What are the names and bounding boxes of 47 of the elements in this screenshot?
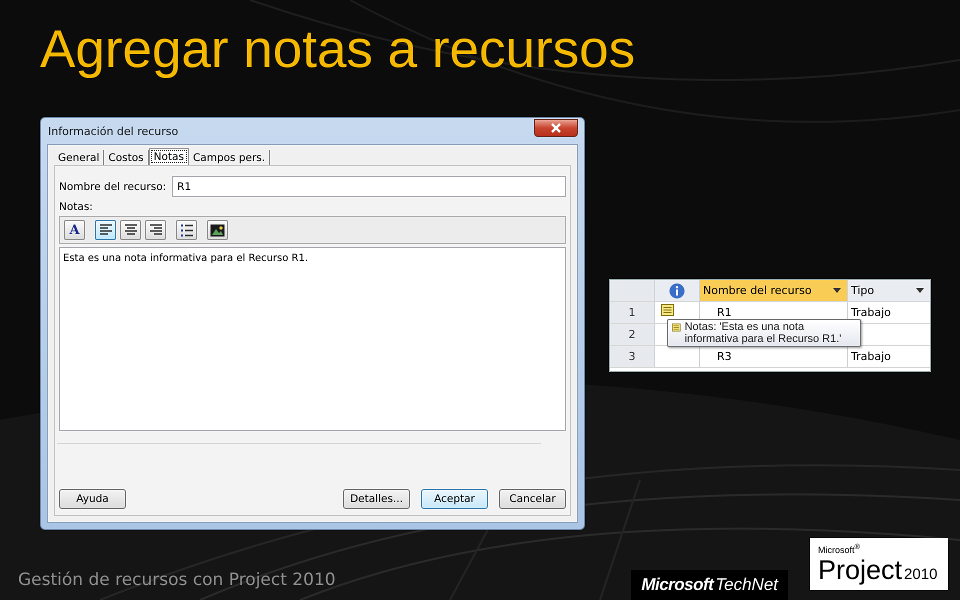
- tab[interactable]: Notas: [148, 148, 189, 165]
- tooltip-text: Notas: 'Esta es una nota informativa para el Recurso R1.': [684, 321, 842, 345]
- footer-text: Gestión de recursos con Project 2010: [18, 570, 336, 590]
- bullets-button[interactable]: [176, 220, 197, 240]
- image-button[interactable]: [207, 220, 228, 240]
- dialog-button[interactable]: Cancelar: [499, 489, 566, 509]
- dialog-button[interactable]: Ayuda: [59, 489, 126, 509]
- info-icon: [669, 282, 685, 298]
- row-number: 2: [610, 324, 655, 345]
- dropdown-arrow-icon: [833, 288, 841, 293]
- logo-text: Project: [818, 555, 902, 585]
- dialog-button[interactable]: Aceptar: [421, 489, 488, 509]
- align-left-icon: [98, 224, 112, 236]
- column-header[interactable]: Tipo: [848, 280, 930, 301]
- column-header[interactable]: Nombre del recurso: [700, 280, 848, 301]
- logo-text: TechNet: [715, 575, 778, 595]
- logo-text: 2010: [904, 566, 938, 583]
- close-icon: [550, 123, 562, 133]
- align-right-icon: [148, 224, 162, 236]
- font-button[interactable]: A: [64, 220, 85, 240]
- table-cell: R1: [717, 306, 732, 319]
- note-icon: [672, 321, 681, 334]
- table-cell: Trabajo: [851, 306, 891, 319]
- align-center-icon: [124, 224, 138, 236]
- dropdown-arrow-icon: [916, 288, 924, 293]
- notes-text: Esta es una nota informativa para el Recurso R1.: [63, 253, 308, 264]
- notes-field[interactable]: Esta es una nota informativa para el Recurso R1.: [59, 247, 566, 431]
- logo-text: Microsoft: [641, 575, 714, 595]
- slide-title: Agregar notas a recursos: [40, 19, 636, 81]
- align-right-button[interactable]: [145, 220, 166, 240]
- field-label: Notas:: [59, 201, 93, 213]
- name-field[interactable]: R1: [172, 176, 566, 197]
- close-button[interactable]: [534, 119, 578, 137]
- row-number: 1: [610, 302, 655, 323]
- image-icon: [210, 224, 225, 236]
- dialog-button[interactable]: Detalles...: [343, 489, 410, 509]
- align-center-button[interactable]: [120, 220, 141, 240]
- table-cell: Trabajo: [851, 350, 891, 363]
- align-left-button[interactable]: [95, 220, 116, 240]
- row-number: 3: [610, 346, 655, 367]
- table-cell: R3: [717, 350, 732, 363]
- bullet-list-icon: [180, 224, 194, 236]
- logo-text: Microsoft$^{®}$: [818, 542, 862, 555]
- field-label: Nombre del recurso:: [59, 180, 166, 192]
- window-title: Información del recurso: [47, 124, 178, 138]
- note-icon: [661, 304, 674, 316]
- corner-cell[interactable]: [610, 280, 655, 301]
